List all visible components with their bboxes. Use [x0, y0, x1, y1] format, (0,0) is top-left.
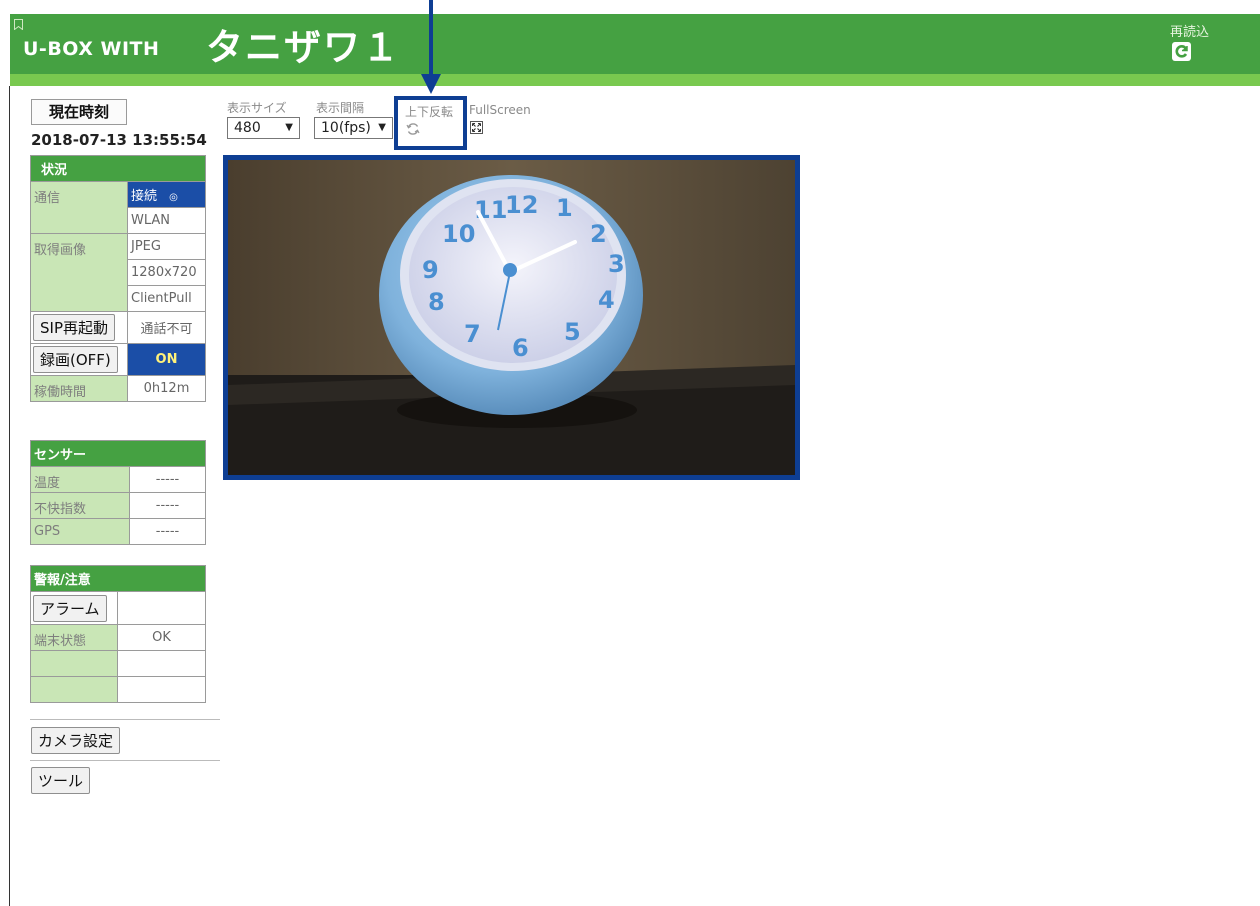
alarm-value-cell — [117, 591, 206, 625]
size-label: 表示サイズ — [227, 101, 287, 115]
reload-icon — [1175, 45, 1188, 58]
comm-value: 接続 — [131, 189, 158, 204]
uptime-label: 稼働時間 — [30, 375, 128, 402]
temperature-label: 温度 — [30, 466, 130, 493]
fullscreen-icon[interactable] — [470, 121, 483, 134]
alarm-cell: アラーム — [30, 591, 118, 625]
size-select-value: 480 — [234, 120, 261, 136]
gps-value: ----- — [129, 518, 206, 545]
header-strip — [10, 74, 1260, 86]
interval-select-value: 10(fps) — [321, 120, 371, 136]
current-time-value: 2018-07-13 13:55:54 — [31, 131, 207, 149]
record-status: ON — [127, 343, 206, 376]
tools-button[interactable]: ツール — [31, 767, 91, 794]
svg-text:6: 6 — [512, 334, 529, 362]
svg-text:11: 11 — [474, 196, 507, 224]
reload-label: 再読込 — [1170, 25, 1210, 40]
annotation-arrow-line — [429, 0, 433, 76]
svg-text:2: 2 — [590, 220, 607, 248]
size-select[interactable]: 480 ▼ — [227, 117, 300, 139]
page: U-BOX WITH タニザワ１ 再読込 現在時刻 2018-07-13 13:… — [0, 0, 1260, 906]
alarm-button[interactable]: アラーム — [33, 594, 107, 622]
app-name: U-BOX WITH — [23, 38, 160, 60]
svg-text:5: 5 — [564, 318, 581, 346]
sip-status: 通話不可 — [127, 311, 206, 344]
temperature-value: ----- — [129, 466, 206, 493]
terminal-state-label: 端末状態 — [30, 624, 118, 651]
sensor-table: センサー 温度 ----- 不快指数 ----- GPS ----- — [30, 440, 206, 545]
svg-text:4: 4 — [598, 286, 615, 314]
camera-settings-button[interactable]: カメラ設定 — [31, 727, 121, 754]
comm-status: 接続 ◎ — [127, 181, 206, 208]
sip-restart-button[interactable]: SIP再起動 — [33, 314, 115, 341]
discomfort-label: 不快指数 — [30, 492, 130, 519]
interval-label: 表示間隔 — [316, 101, 365, 115]
interval-dropdown-icon: ▼ — [378, 122, 386, 133]
comm-type: WLAN — [127, 207, 206, 234]
svg-text:1: 1 — [556, 194, 573, 222]
discomfort-value: ----- — [129, 492, 206, 519]
divider — [30, 760, 220, 761]
svg-text:9: 9 — [422, 256, 439, 284]
divider — [30, 719, 220, 720]
sensor-title: センサー — [30, 440, 206, 467]
image-resolution: 1280x720 — [127, 259, 206, 286]
size-dropdown-icon: ▼ — [285, 122, 293, 133]
flip-icon[interactable] — [405, 121, 421, 137]
empty-label-2 — [30, 676, 118, 703]
svg-text:10: 10 — [442, 220, 475, 248]
svg-text:7: 7 — [464, 320, 481, 348]
flip-label: 上下反転 — [405, 105, 454, 119]
interval-select[interactable]: 10(fps) ▼ — [314, 117, 393, 139]
current-time-label: 現在時刻 — [31, 99, 127, 125]
image-label: 取得画像 — [30, 233, 128, 312]
camera-image: 12 1 2 3 4 5 6 7 8 9 10 11 — [228, 160, 795, 475]
alarm-table: 警報/注意 アラーム 端末状態 OK — [30, 565, 206, 703]
image-format: JPEG — [127, 233, 206, 260]
status-title: 状況 — [30, 155, 206, 182]
bookmark-icon — [14, 19, 23, 30]
camera-view[interactable]: 12 1 2 3 4 5 6 7 8 9 10 11 — [223, 155, 800, 480]
gps-label: GPS — [30, 518, 130, 545]
image-mode: ClientPull — [127, 285, 206, 312]
annotation-arrow-head-icon — [421, 74, 441, 94]
alarm-title: 警報/注意 — [30, 565, 206, 592]
empty-label-1 — [30, 650, 118, 677]
uptime-value: 0h12m — [127, 375, 206, 402]
header-bar: U-BOX WITH タニザワ１ 再読込 — [10, 14, 1260, 74]
connected-icon: ◎ — [169, 192, 178, 203]
terminal-state-value: OK — [117, 624, 206, 651]
comm-label: 通信 — [30, 181, 128, 234]
status-table: 状況 通信 接続 ◎ WLAN 取得画像 JPEG 1280x720 Clien… — [30, 155, 206, 402]
svg-text:12: 12 — [505, 191, 538, 219]
sip-cell: SIP再起動 — [30, 311, 128, 344]
reload-button[interactable] — [1172, 42, 1191, 61]
empty-value-1 — [117, 650, 206, 677]
record-button[interactable]: 録画(OFF) — [33, 346, 118, 373]
fullscreen-label: FullScreen — [469, 103, 531, 117]
left-border — [9, 86, 10, 906]
device-name: タニザワ１ — [206, 26, 401, 69]
record-cell: 録画(OFF) — [30, 343, 128, 376]
empty-value-2 — [117, 676, 206, 703]
svg-text:8: 8 — [428, 288, 445, 316]
svg-text:3: 3 — [608, 250, 625, 278]
